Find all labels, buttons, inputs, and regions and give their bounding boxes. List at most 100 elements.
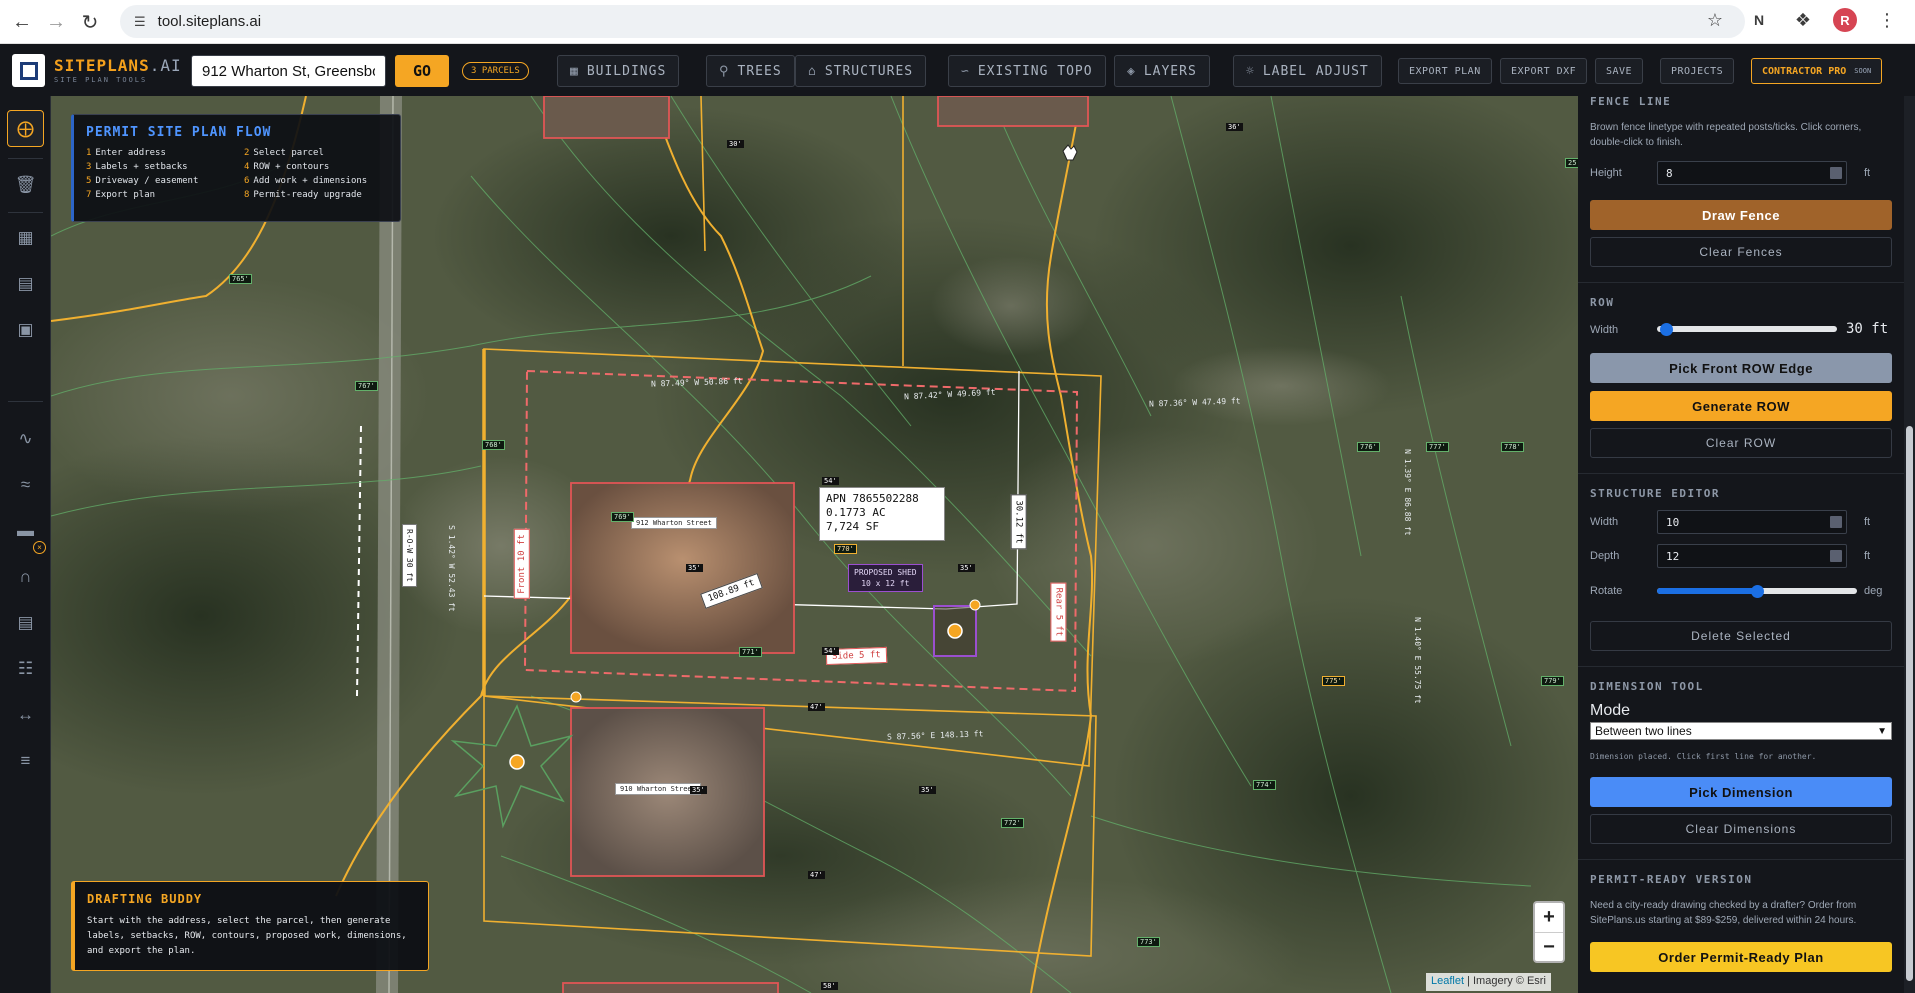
clear-fences-button[interactable]: Clear Fences (1590, 237, 1892, 267)
reload-icon[interactable]: ↻ (72, 4, 108, 40)
apn-label[interactable]: APN 7865502288 0.1773 AC 7,724 SF (819, 487, 945, 541)
trash-icon[interactable]: 🗑 (7, 166, 44, 203)
contour-label: 778' (1501, 442, 1524, 452)
spinner-icon[interactable] (1830, 550, 1842, 562)
contractor-pro-button[interactable]: CONTRACTOR PRO SOON (1751, 58, 1883, 84)
clear-dimensions-button[interactable]: Clear Dimensions (1590, 814, 1892, 844)
structures-button[interactable]: ⌂ STRUCTURES (795, 55, 927, 87)
building-dim-label: 35' (690, 786, 707, 794)
list-icon[interactable]: ≡ (7, 742, 44, 779)
row-label[interactable]: R-O-W 30 ft (401, 524, 417, 587)
delete-selected-button[interactable]: Delete Selected (1590, 621, 1892, 651)
label-adjust-button[interactable]: ☼ LABEL ADJUST (1233, 55, 1382, 87)
building-dim-label: 47' (808, 703, 825, 711)
draw-fence-button[interactable]: Draw Fence (1590, 200, 1892, 230)
building-dim-label: 47' (808, 871, 825, 879)
arch-icon[interactable]: ∩ (7, 558, 44, 595)
ruler-icon[interactable]: ☷ (7, 650, 44, 687)
document-icon[interactable]: ▤ (7, 265, 44, 302)
contour-label: 765' (229, 274, 252, 284)
permit-flow-card: PERMIT SITE PLAN FLOW 1 Enter address 2 Se… (71, 114, 401, 222)
label-adjust-icon: ☼ (1246, 63, 1255, 79)
export-plan-button[interactable]: EXPORT PLAN (1398, 58, 1492, 84)
building-dim-label: 30' (727, 140, 744, 148)
contour-label: 774' (1253, 780, 1276, 790)
fence-section-title: FENCE LINE (1590, 96, 1672, 108)
structure-rotate-slider-thumb[interactable] (1751, 585, 1764, 598)
front-setback-label[interactable]: Front 10 ft (513, 529, 530, 599)
dimension-30-label[interactable]: 30.12 ft (1010, 494, 1027, 550)
contour-label: 775' (1322, 676, 1345, 686)
building-dim-label: 35' (958, 564, 975, 572)
grid-icon[interactable]: ▦ (7, 219, 44, 256)
address-label-912[interactable]: 912 Wharton Street (631, 517, 717, 529)
contour-label: 768' (482, 440, 505, 450)
panel-scrollbar[interactable] (1904, 96, 1915, 993)
buddy-title: DRAFTING BUDDY (87, 892, 203, 906)
export-dxf-button[interactable]: EXPORT DXF (1500, 58, 1588, 84)
spinner-icon[interactable] (1830, 167, 1842, 179)
profile-avatar[interactable]: R (1833, 8, 1857, 32)
contour-label: 771' (739, 647, 762, 657)
bearing-label: N 1.40° E 55.75 ft (1412, 617, 1422, 704)
card-icon[interactable]: ▤ (7, 604, 44, 641)
buddy-text: Start with the address, select the parce… (87, 916, 407, 956)
generate-row-button[interactable]: Generate ROW (1590, 391, 1892, 421)
address-bar[interactable]: ☰ tool.siteplans.ai (120, 5, 1745, 38)
address-input[interactable] (191, 55, 386, 87)
line-chart-icon[interactable]: ∿ (7, 420, 44, 457)
save-button[interactable]: SAVE (1595, 58, 1644, 84)
pick-dimension-button[interactable]: Pick Dimension (1590, 777, 1892, 807)
dimension-icon[interactable]: ↔ (7, 696, 44, 733)
trees-button[interactable]: ⚲ TREES (706, 55, 795, 87)
topo-icon: ∽ (961, 63, 970, 79)
menu-kebab-icon[interactable]: ⋮ (1873, 6, 1901, 34)
parcels-badge: 3 PARCELS (462, 62, 529, 80)
browser-actions: ☆ N ❖ R ⋮ (1701, 6, 1901, 34)
pick-front-row-edge-button[interactable]: Pick Front ROW Edge (1590, 353, 1892, 383)
spinner-icon[interactable] (1830, 516, 1842, 528)
zoom-in-button[interactable]: + (1535, 903, 1563, 932)
scroll-thumb[interactable] (1906, 426, 1913, 981)
row-width-slider[interactable] (1657, 326, 1837, 332)
map-attribution: Leaflet | Imagery © Esri (1426, 973, 1551, 991)
contour-label: 769' (611, 512, 634, 522)
map-canvas[interactable]: APN 7865502288 0.1773 AC 7,724 SF 912 Wh… (51, 96, 1578, 993)
existing-topo-button[interactable]: ∽ EXISTING TOPO (948, 55, 1106, 87)
back-icon[interactable]: ← (4, 4, 40, 40)
proposed-shed-label[interactable]: PROPOSED SHED 10 x 12 ft (848, 564, 923, 592)
go-button[interactable]: GO (395, 55, 449, 87)
brand-name: SITEPLANS (54, 56, 150, 75)
projects-button[interactable]: PROJECTS (1660, 58, 1735, 84)
row-width-value: 30 ft (1846, 321, 1889, 337)
structure-width-input[interactable]: 10 (1657, 510, 1847, 534)
structure-depth-input[interactable]: 12 (1657, 544, 1847, 568)
app-toolbar: SITEPLANS.AI SITE PLAN TOOLS GO 3 PARCEL… (0, 44, 1915, 96)
rear-setback-label[interactable]: Rear 5 ft (1050, 582, 1067, 642)
extensions-puzzle-icon[interactable]: ❖ (1789, 6, 1817, 34)
leaflet-link[interactable]: Leaflet (1431, 975, 1464, 987)
building-dim-label: 35' (686, 564, 703, 572)
bookmark-star-icon[interactable]: ☆ (1701, 6, 1729, 34)
parcel-icon[interactable]: ▣ (7, 311, 44, 348)
layers-button[interactable]: ◈ LAYERS (1114, 55, 1210, 87)
structure-width-unit: ft (1864, 516, 1871, 528)
contour-icon[interactable]: ≈ (7, 466, 44, 503)
clear-row-button[interactable]: Clear ROW (1590, 428, 1892, 458)
site-info-icon[interactable]: ☰ (134, 14, 146, 30)
structure-rotate-fill (1657, 588, 1757, 594)
zoom-out-button[interactable]: − (1535, 933, 1563, 962)
extension-icon[interactable]: N (1745, 6, 1773, 34)
driveway-icon[interactable]: ▬ (7, 512, 44, 549)
order-permit-ready-plan-button[interactable]: Order Permit-Ready Plan (1590, 942, 1892, 972)
row-width-slider-thumb[interactable] (1660, 323, 1673, 336)
fence-height-input[interactable]: 8 (1657, 161, 1847, 185)
forward-icon[interactable]: → (38, 4, 74, 40)
flow-step: 2 Select parcel (244, 148, 324, 158)
address-label-910[interactable]: 910 Wharton Street (615, 783, 701, 795)
flow-step: 1 Enter address (86, 148, 166, 158)
select-target-icon[interactable]: ⨁ (7, 110, 44, 147)
properties-panel: FENCE LINE Brown fence linetype with rep… (1578, 96, 1915, 993)
buildings-button[interactable]: ▦ BUILDINGS (557, 55, 680, 87)
dimension-mode-select[interactable]: Between two lines ▼ (1590, 722, 1892, 740)
